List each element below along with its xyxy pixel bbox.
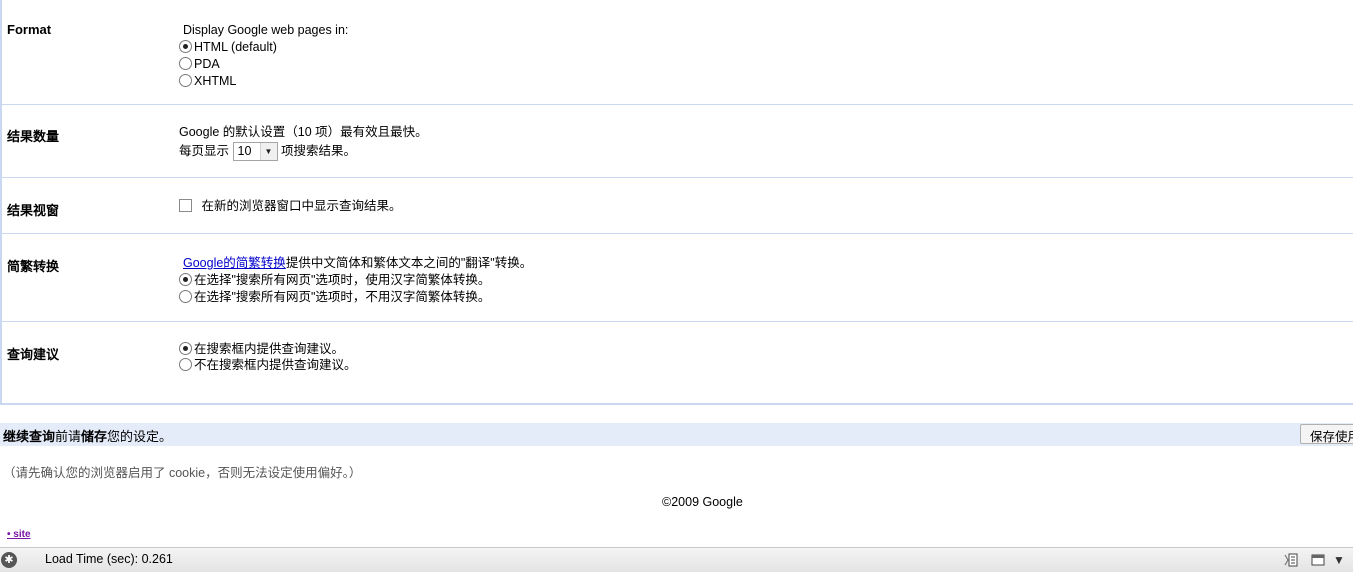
conversion-label: 简繁转换 — [7, 259, 60, 274]
load-time: Load Time (sec): 0.261 — [45, 552, 173, 566]
conversion-description: Google的简繁转换提供中文简体和繁体文本之间的"翻译"转换。 — [183, 256, 533, 270]
results-count-select[interactable]: 10 ▼ — [232, 142, 278, 161]
results-window-row: 结果视窗 在新的浏览器窗口中显示查询结果。 — [2, 178, 1353, 234]
radio-pda[interactable] — [179, 57, 192, 70]
results-count-line: 每页显示 10 ▼ 项搜索结果。 — [179, 142, 356, 161]
radio-suggest-on[interactable] — [179, 342, 192, 355]
radio-conversion-use[interactable] — [179, 273, 192, 286]
format-label: Format — [7, 22, 52, 37]
chevron-down-icon[interactable]: ▼ — [1333, 553, 1345, 571]
save-bar: 继续查询前请储存您的设定。 保存使用 — [0, 423, 1353, 446]
suggest-option-off[interactable]: 不在搜索框内提供查询建议。 — [179, 357, 357, 373]
results-count-note: Google 的默认设置（10 项）最有效且最快。 — [179, 125, 428, 139]
cookie-note: （请先确认您的浏览器启用了 cookie，否则无法设定使用偏好。） — [3, 466, 362, 480]
copyright: ©2009 Google — [662, 495, 743, 509]
results-count-label: 结果数量 — [7, 129, 60, 144]
conversion-row: 简繁转换 Google的简繁转换提供中文简体和繁体文本之间的"翻译"转换。 在选… — [2, 234, 1353, 322]
new-window-checkbox[interactable] — [179, 199, 192, 212]
radio-suggest-off[interactable] — [179, 358, 192, 371]
suggest-option-on[interactable]: 在搜索框内提供查询建议。 — [179, 341, 344, 357]
chevron-down-icon[interactable]: ▼ — [259, 143, 277, 160]
suggest-row: 查询建议 在搜索框内提供查询建议。 不在搜索框内提供查询建议。 — [2, 322, 1353, 403]
results-count-row: 结果数量 Google 的默认设置（10 项）最有效且最快。 每页显示 10 ▼… — [2, 105, 1353, 178]
format-row: Format Display Google web pages in: HTML… — [2, 0, 1353, 105]
radio-conversion-no[interactable] — [179, 290, 192, 303]
window-icon[interactable] — [1311, 551, 1325, 569]
format-prompt: Display Google web pages in: — [183, 23, 349, 37]
preferences-table: Format Display Google web pages in: HTML… — [0, 0, 1353, 405]
results-window-label: 结果视窗 — [7, 203, 60, 218]
firebug-icon[interactable]: ✱ — [1, 552, 17, 568]
radio-html[interactable] — [179, 40, 192, 53]
page-info-icon[interactable] — [1283, 551, 1299, 569]
conversion-option-no[interactable]: 在选择"搜索所有网页"选项时，不用汉字简繁体转换。 — [179, 289, 490, 305]
new-window-option[interactable]: 在新的浏览器窗口中显示查询结果。 — [179, 198, 402, 214]
radio-xhtml[interactable] — [179, 74, 192, 87]
site-link[interactable]: • site — [7, 529, 31, 540]
format-option-xhtml[interactable]: XHTML — [179, 73, 236, 89]
status-bar: ✱ Load Time (sec): 0.261 ▼ — [0, 547, 1353, 572]
format-option-html[interactable]: HTML (default) — [179, 39, 277, 55]
conversion-link[interactable]: Google的简繁转换 — [183, 256, 286, 270]
save-message: 继续查询前请储存您的设定。 — [3, 429, 173, 444]
save-preferences-button[interactable]: 保存使用 — [1300, 424, 1353, 444]
suggest-label: 查询建议 — [7, 347, 60, 362]
conversion-option-use[interactable]: 在选择"搜索所有网页"选项时，使用汉字简繁体转换。 — [179, 272, 490, 288]
format-option-pda[interactable]: PDA — [179, 56, 220, 72]
